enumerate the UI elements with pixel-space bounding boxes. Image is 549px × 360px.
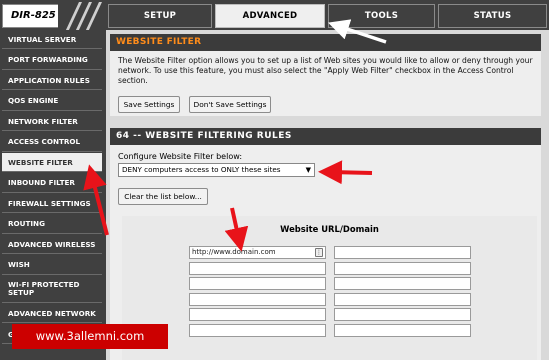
sidebar-item-port-forwarding[interactable]: PORT FORWARDING — [2, 50, 102, 70]
url-entry-field[interactable] — [334, 323, 471, 337]
main-content: WEBSITE FILTER The Website Filter option… — [12, 30, 549, 360]
url-column-header: Website URL/Domain — [280, 224, 379, 234]
configure-filter-label: Configure Website Filter below: — [118, 152, 243, 161]
url-entry-field[interactable] — [334, 261, 471, 275]
sidebar-item-network-filter[interactable]: NETWORK FILTER — [2, 111, 102, 132]
url-entry-field[interactable] — [334, 292, 471, 306]
sidebar-item-routing[interactable]: ROUTING — [2, 214, 102, 234]
url-entry-field[interactable] — [189, 292, 326, 306]
url-entry-field[interactable]: http://www.domain.com ⋮ — [189, 246, 326, 259]
url-entry-field[interactable] — [189, 261, 326, 275]
sidebar-item-virtual-server[interactable]: VIRTUAL SERVER — [2, 30, 102, 50]
filter-mode-select[interactable]: DENY computers access to ONLY these site… — [118, 163, 315, 177]
brand-slashes-decoration — [58, 2, 106, 32]
sidebar-item-wish[interactable]: WISH — [2, 255, 102, 275]
url-entry-field[interactable] — [334, 308, 471, 321]
clear-list-button[interactable]: Clear the list below... — [118, 188, 208, 205]
sidebar-item-website-filter[interactable]: WEBSITE FILTER — [2, 152, 102, 173]
tab-tools[interactable]: TOOLS — [328, 4, 435, 28]
sidebar-item-wifi-protected-setup[interactable]: WI-FI PROTECTED SETUP — [2, 275, 102, 303]
tab-setup[interactable]: SETUP — [108, 4, 212, 28]
sidebar-item-access-control[interactable]: ACCESS CONTROL — [2, 132, 102, 152]
url-entry-field[interactable] — [334, 246, 471, 259]
dont-save-settings-button[interactable]: Don't Save Settings — [189, 96, 271, 113]
url-list-area: Website URL/Domain http://www.domain.com… — [122, 216, 537, 360]
url-entry-field[interactable] — [189, 323, 326, 337]
sidebar: VIRTUAL SERVER PORT FORWARDING APPLICATI… — [2, 30, 104, 345]
url-entry-field[interactable] — [189, 308, 326, 321]
sidebar-item-qos-engine[interactable]: QOS ENGINE — [2, 91, 102, 111]
url-entry-field[interactable] — [334, 277, 471, 290]
sidebar-item-inbound-filter[interactable]: INBOUND FILTER — [2, 173, 102, 193]
tab-advanced[interactable]: ADVANCED — [215, 4, 325, 28]
sidebar-item-advanced-wireless[interactable]: ADVANCED WIRELESS — [2, 234, 102, 255]
website-filter-title: WEBSITE FILTER — [110, 34, 541, 51]
dropdown-caret-icon: ▼ — [305, 166, 311, 174]
field-helper-icon[interactable]: ⋮ — [315, 248, 323, 257]
sidebar-item-firewall-settings[interactable]: FIREWALL SETTINGS — [2, 193, 102, 214]
tab-status[interactable]: STATUS — [438, 4, 547, 28]
sidebar-item-application-rules[interactable]: APPLICATION RULES — [2, 70, 102, 91]
filter-mode-value: DENY computers access to ONLY these site… — [122, 165, 281, 174]
top-bar: DIR-825 SETUP ADVANCED TOOLS STATUS — [0, 0, 549, 33]
url-entry-field[interactable] — [189, 277, 326, 290]
save-settings-button[interactable]: Save Settings — [118, 96, 180, 113]
watermark-badge: www.3allemni.com — [12, 324, 168, 349]
website-filter-panel: WEBSITE FILTER The Website Filter option… — [110, 34, 541, 116]
website-filter-description: The Website Filter option allows you to … — [118, 56, 533, 85]
filtering-rules-panel: 64 -- WEBSITE FILTERING RULES Configure … — [110, 128, 541, 360]
sidebar-item-advanced-network[interactable]: ADVANCED NETWORK — [2, 304, 102, 324]
filtering-rules-title: 64 -- WEBSITE FILTERING RULES — [110, 128, 541, 145]
